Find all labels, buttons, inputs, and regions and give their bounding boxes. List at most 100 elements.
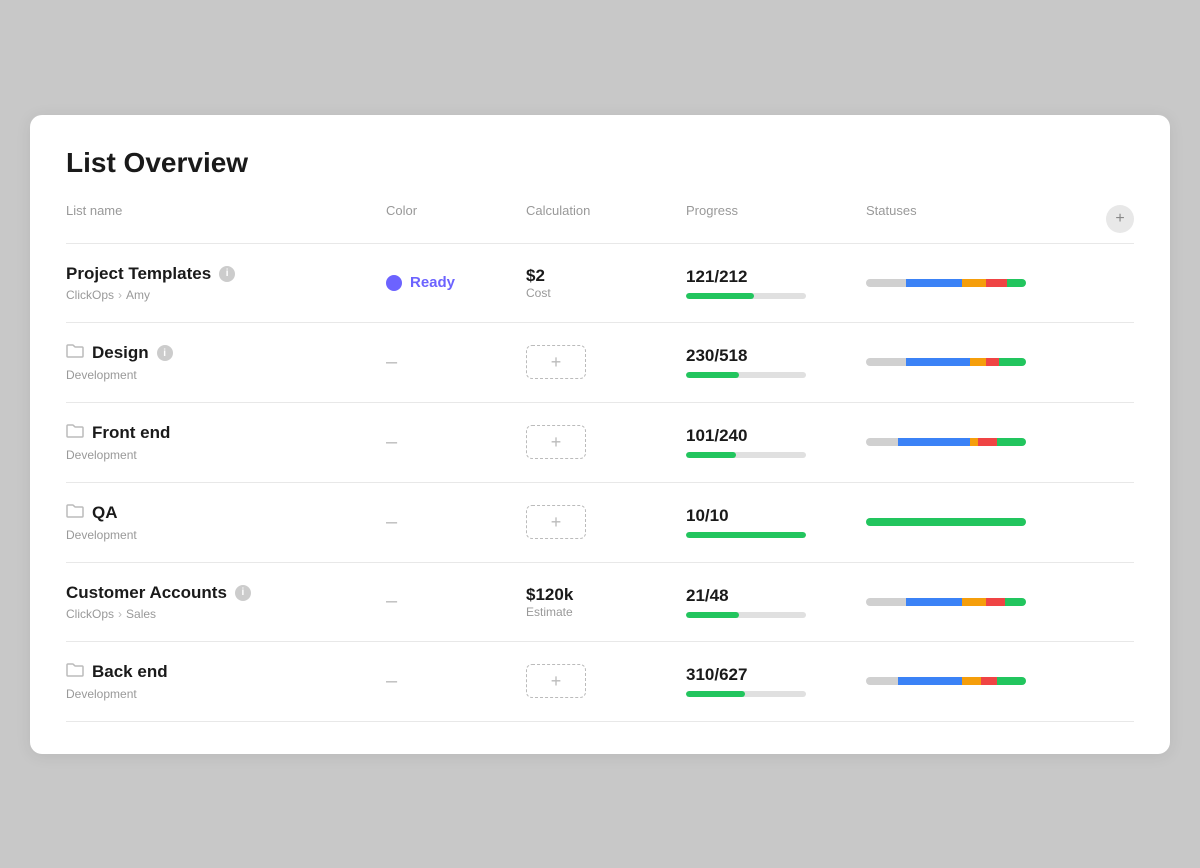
page-title: List Overview	[66, 147, 1134, 179]
progress-bar	[686, 691, 806, 697]
progress-fraction: 10/10	[686, 506, 866, 526]
list-name-text: QA	[92, 503, 118, 523]
status-segment	[866, 677, 898, 685]
list-name-main: Customer Accounts i	[66, 583, 386, 603]
progress-col: 310/627	[686, 665, 866, 697]
breadcrumb: Development	[66, 528, 386, 542]
table-header: List name Color Calculation Progress Sta…	[66, 203, 1134, 244]
list-name-col: Customer Accounts i ClickOps›Sales	[66, 583, 386, 621]
list-name-main: Front end	[66, 423, 386, 444]
status-segment	[906, 279, 962, 287]
color-dash: –	[386, 670, 397, 693]
add-column-button[interactable]: +	[1106, 205, 1134, 233]
info-icon[interactable]: i	[219, 266, 235, 282]
status-segment	[898, 438, 970, 446]
status-segment	[962, 598, 986, 606]
color-col: –	[386, 351, 526, 374]
add-calculation-button[interactable]: +	[526, 664, 586, 698]
progress-bar-fill	[686, 532, 806, 538]
list-name-main: Designi	[66, 343, 386, 364]
status-segment	[1005, 598, 1026, 606]
color-dash: –	[386, 351, 397, 374]
info-icon[interactable]: i	[235, 585, 251, 601]
table-body: Project TemplatesiClickOps›AmyReady$2Cos…	[66, 244, 1134, 722]
breadcrumb: ClickOps›Sales	[66, 607, 386, 621]
progress-col: 21/48	[686, 586, 866, 618]
status-bar	[866, 438, 1026, 446]
progress-fraction: 121/212	[686, 267, 866, 287]
status-segment	[906, 358, 970, 366]
list-name-text: Project Templates	[66, 264, 211, 284]
col-progress: Progress	[686, 203, 866, 233]
progress-fraction: 21/48	[686, 586, 866, 606]
progress-fraction: 230/518	[686, 346, 866, 366]
folder-icon	[66, 343, 84, 364]
color-dash: –	[386, 590, 397, 613]
calculation-col: +	[526, 425, 686, 459]
table-row: Front endDevelopment–+101/240	[66, 403, 1134, 483]
add-calculation-button[interactable]: +	[526, 505, 586, 539]
breadcrumb: Development	[66, 687, 386, 701]
color-col: –	[386, 590, 526, 613]
progress-col: 121/212	[686, 267, 866, 299]
calculation-col: $120kEstimate	[526, 585, 686, 619]
col-color: Color	[386, 203, 526, 233]
statuses-col	[866, 358, 1134, 366]
status-bar	[866, 677, 1026, 685]
list-name-text: Front end	[92, 423, 170, 443]
list-name-text: Customer Accounts	[66, 583, 227, 603]
statuses-col	[866, 518, 1134, 526]
breadcrumb-arrow: ›	[118, 288, 122, 302]
progress-bar	[686, 452, 806, 458]
status-segment	[981, 677, 997, 685]
status-segment	[906, 598, 962, 606]
calculation-col: +	[526, 345, 686, 379]
calc-value: $2	[526, 266, 686, 286]
progress-col: 101/240	[686, 426, 866, 458]
status-segment	[866, 518, 1026, 526]
calculation-col: +	[526, 505, 686, 539]
statuses-col	[866, 677, 1134, 685]
progress-fraction: 101/240	[686, 426, 866, 446]
statuses-col	[866, 438, 1134, 446]
progress-fraction: 310/627	[686, 665, 866, 685]
breadcrumb: Development	[66, 368, 386, 382]
info-icon[interactable]: i	[157, 345, 173, 361]
progress-bar-fill	[686, 293, 754, 299]
add-calculation-button[interactable]: +	[526, 345, 586, 379]
breadcrumb: Development	[66, 448, 386, 462]
progress-col: 10/10	[686, 506, 866, 538]
progress-bar	[686, 372, 806, 378]
status-segment	[986, 598, 1005, 606]
status-segment	[986, 358, 999, 366]
color-col: Ready	[386, 274, 526, 291]
status-segment	[962, 279, 986, 287]
add-column-area: +	[1098, 203, 1134, 233]
statuses-col	[866, 598, 1134, 606]
table-row: Customer Accounts i ClickOps›Sales– $120kEs…	[66, 563, 1134, 642]
col-statuses: Statuses	[866, 203, 1098, 233]
status-segment	[898, 677, 962, 685]
list-name-col: Back end Development	[66, 662, 386, 701]
col-calculation: Calculation	[526, 203, 686, 233]
list-name-text: Back end	[92, 662, 168, 682]
table-row: Project TemplatesiClickOps›AmyReady$2Cos…	[66, 244, 1134, 323]
status-segment	[970, 358, 986, 366]
calculation-col: +	[526, 664, 686, 698]
color-dot[interactable]	[386, 275, 402, 291]
status-segment	[866, 279, 906, 287]
breadcrumb-arrow: ›	[118, 607, 122, 621]
status-segment	[866, 598, 906, 606]
progress-bar-fill	[686, 452, 736, 458]
table-row: QADevelopment–+10/10	[66, 483, 1134, 563]
status-segment	[997, 438, 1026, 446]
statuses-col	[866, 279, 1134, 287]
list-name-main: Project Templates i	[66, 264, 386, 284]
status-segment	[962, 677, 981, 685]
status-segment	[970, 438, 978, 446]
list-name-col: QA Development	[66, 503, 386, 542]
add-calculation-button[interactable]: +	[526, 425, 586, 459]
status-segment	[978, 438, 997, 446]
progress-bar	[686, 293, 806, 299]
status-segment	[1007, 279, 1026, 287]
